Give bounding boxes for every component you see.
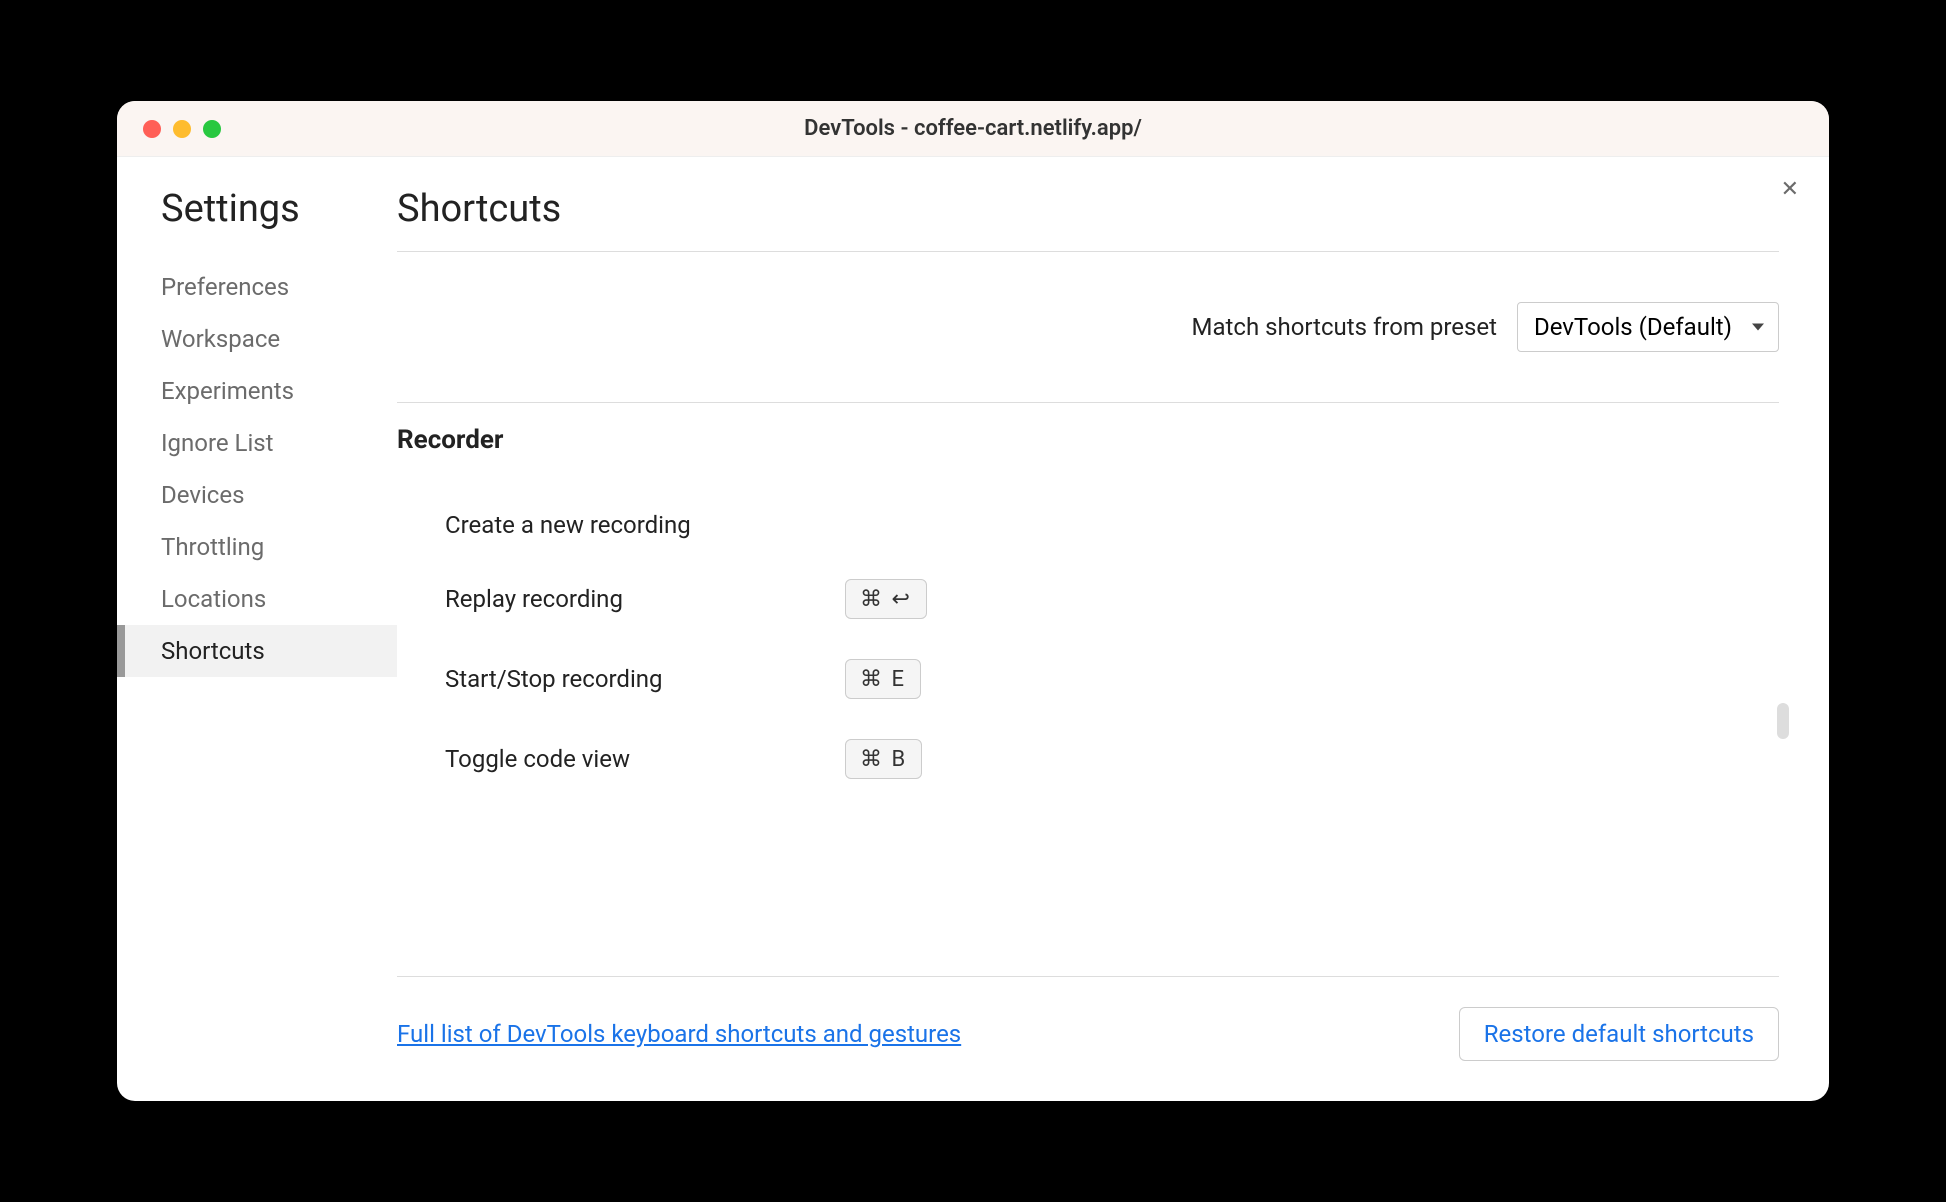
sidebar-item-label: Shortcuts [161,637,265,665]
preset-value: DevTools (Default) [1534,313,1732,341]
shortcut-label: Replay recording [445,585,845,613]
titlebar: DevTools - coffee-cart.netlify.app/ [117,101,1829,157]
sidebar-item-ignore-list[interactable]: Ignore List [117,417,397,469]
keycap: ⌘ B [845,739,922,779]
preset-label: Match shortcuts from preset [1192,313,1497,341]
content-area: ✕ Settings Preferences Workspace Experim… [117,157,1829,1101]
sidebar-item-label: Ignore List [161,429,274,457]
full-shortcuts-link[interactable]: Full list of DevTools keyboard shortcuts… [397,1020,961,1048]
page-title: Shortcuts [397,187,1779,252]
sidebar-item-experiments[interactable]: Experiments [117,365,397,417]
chevron-down-icon [1752,324,1764,331]
window-title: DevTools - coffee-cart.netlify.app/ [804,116,1142,141]
sidebar-item-devices[interactable]: Devices [117,469,397,521]
sidebar-item-preferences[interactable]: Preferences [117,261,397,313]
maximize-window-button[interactable] [203,120,221,138]
sidebar-item-label: Locations [161,585,266,613]
shortcut-label: Start/Stop recording [445,665,845,693]
main-panel: Shortcuts Match shortcuts from preset De… [397,157,1829,1101]
close-icon[interactable]: ✕ [1781,177,1799,202]
minimize-window-button[interactable] [173,120,191,138]
sidebar-item-throttling[interactable]: Throttling [117,521,397,573]
devtools-window: DevTools - coffee-cart.netlify.app/ ✕ Se… [117,101,1829,1101]
shortcuts-section: Recorder Create a new recording Replay r… [397,402,1779,976]
shortcut-label: Create a new recording [445,511,845,539]
preset-select[interactable]: DevTools (Default) [1517,302,1779,352]
sidebar-item-label: Preferences [161,273,289,301]
preset-row: Match shortcuts from preset DevTools (De… [397,302,1779,352]
shortcut-row-start-stop-recording: Start/Stop recording ⌘ E [397,639,1779,719]
sidebar-item-label: Experiments [161,377,294,405]
settings-sidebar: Settings Preferences Workspace Experimen… [117,157,397,1101]
keycap: ⌘ E [845,659,921,699]
shortcut-row-create-recording: Create a new recording [397,491,1779,559]
scrollbar-thumb[interactable] [1777,703,1789,739]
sidebar-title: Settings [117,187,397,231]
close-window-button[interactable] [143,120,161,138]
section-title: Recorder [397,425,1779,455]
traffic-lights [117,120,221,138]
sidebar-item-label: Workspace [161,325,280,353]
restore-defaults-button[interactable]: Restore default shortcuts [1459,1007,1779,1061]
keycap: ⌘ ↩ [845,579,927,619]
shortcut-row-replay-recording: Replay recording ⌘ ↩ [397,559,1779,639]
sidebar-item-label: Throttling [161,533,264,561]
sidebar-item-workspace[interactable]: Workspace [117,313,397,365]
sidebar-item-label: Devices [161,481,244,509]
shortcut-label: Toggle code view [445,745,845,773]
footer: Full list of DevTools keyboard shortcuts… [397,976,1779,1101]
shortcut-row-toggle-code-view: Toggle code view ⌘ B [397,719,1779,799]
sidebar-item-shortcuts[interactable]: Shortcuts [117,625,397,677]
sidebar-item-locations[interactable]: Locations [117,573,397,625]
